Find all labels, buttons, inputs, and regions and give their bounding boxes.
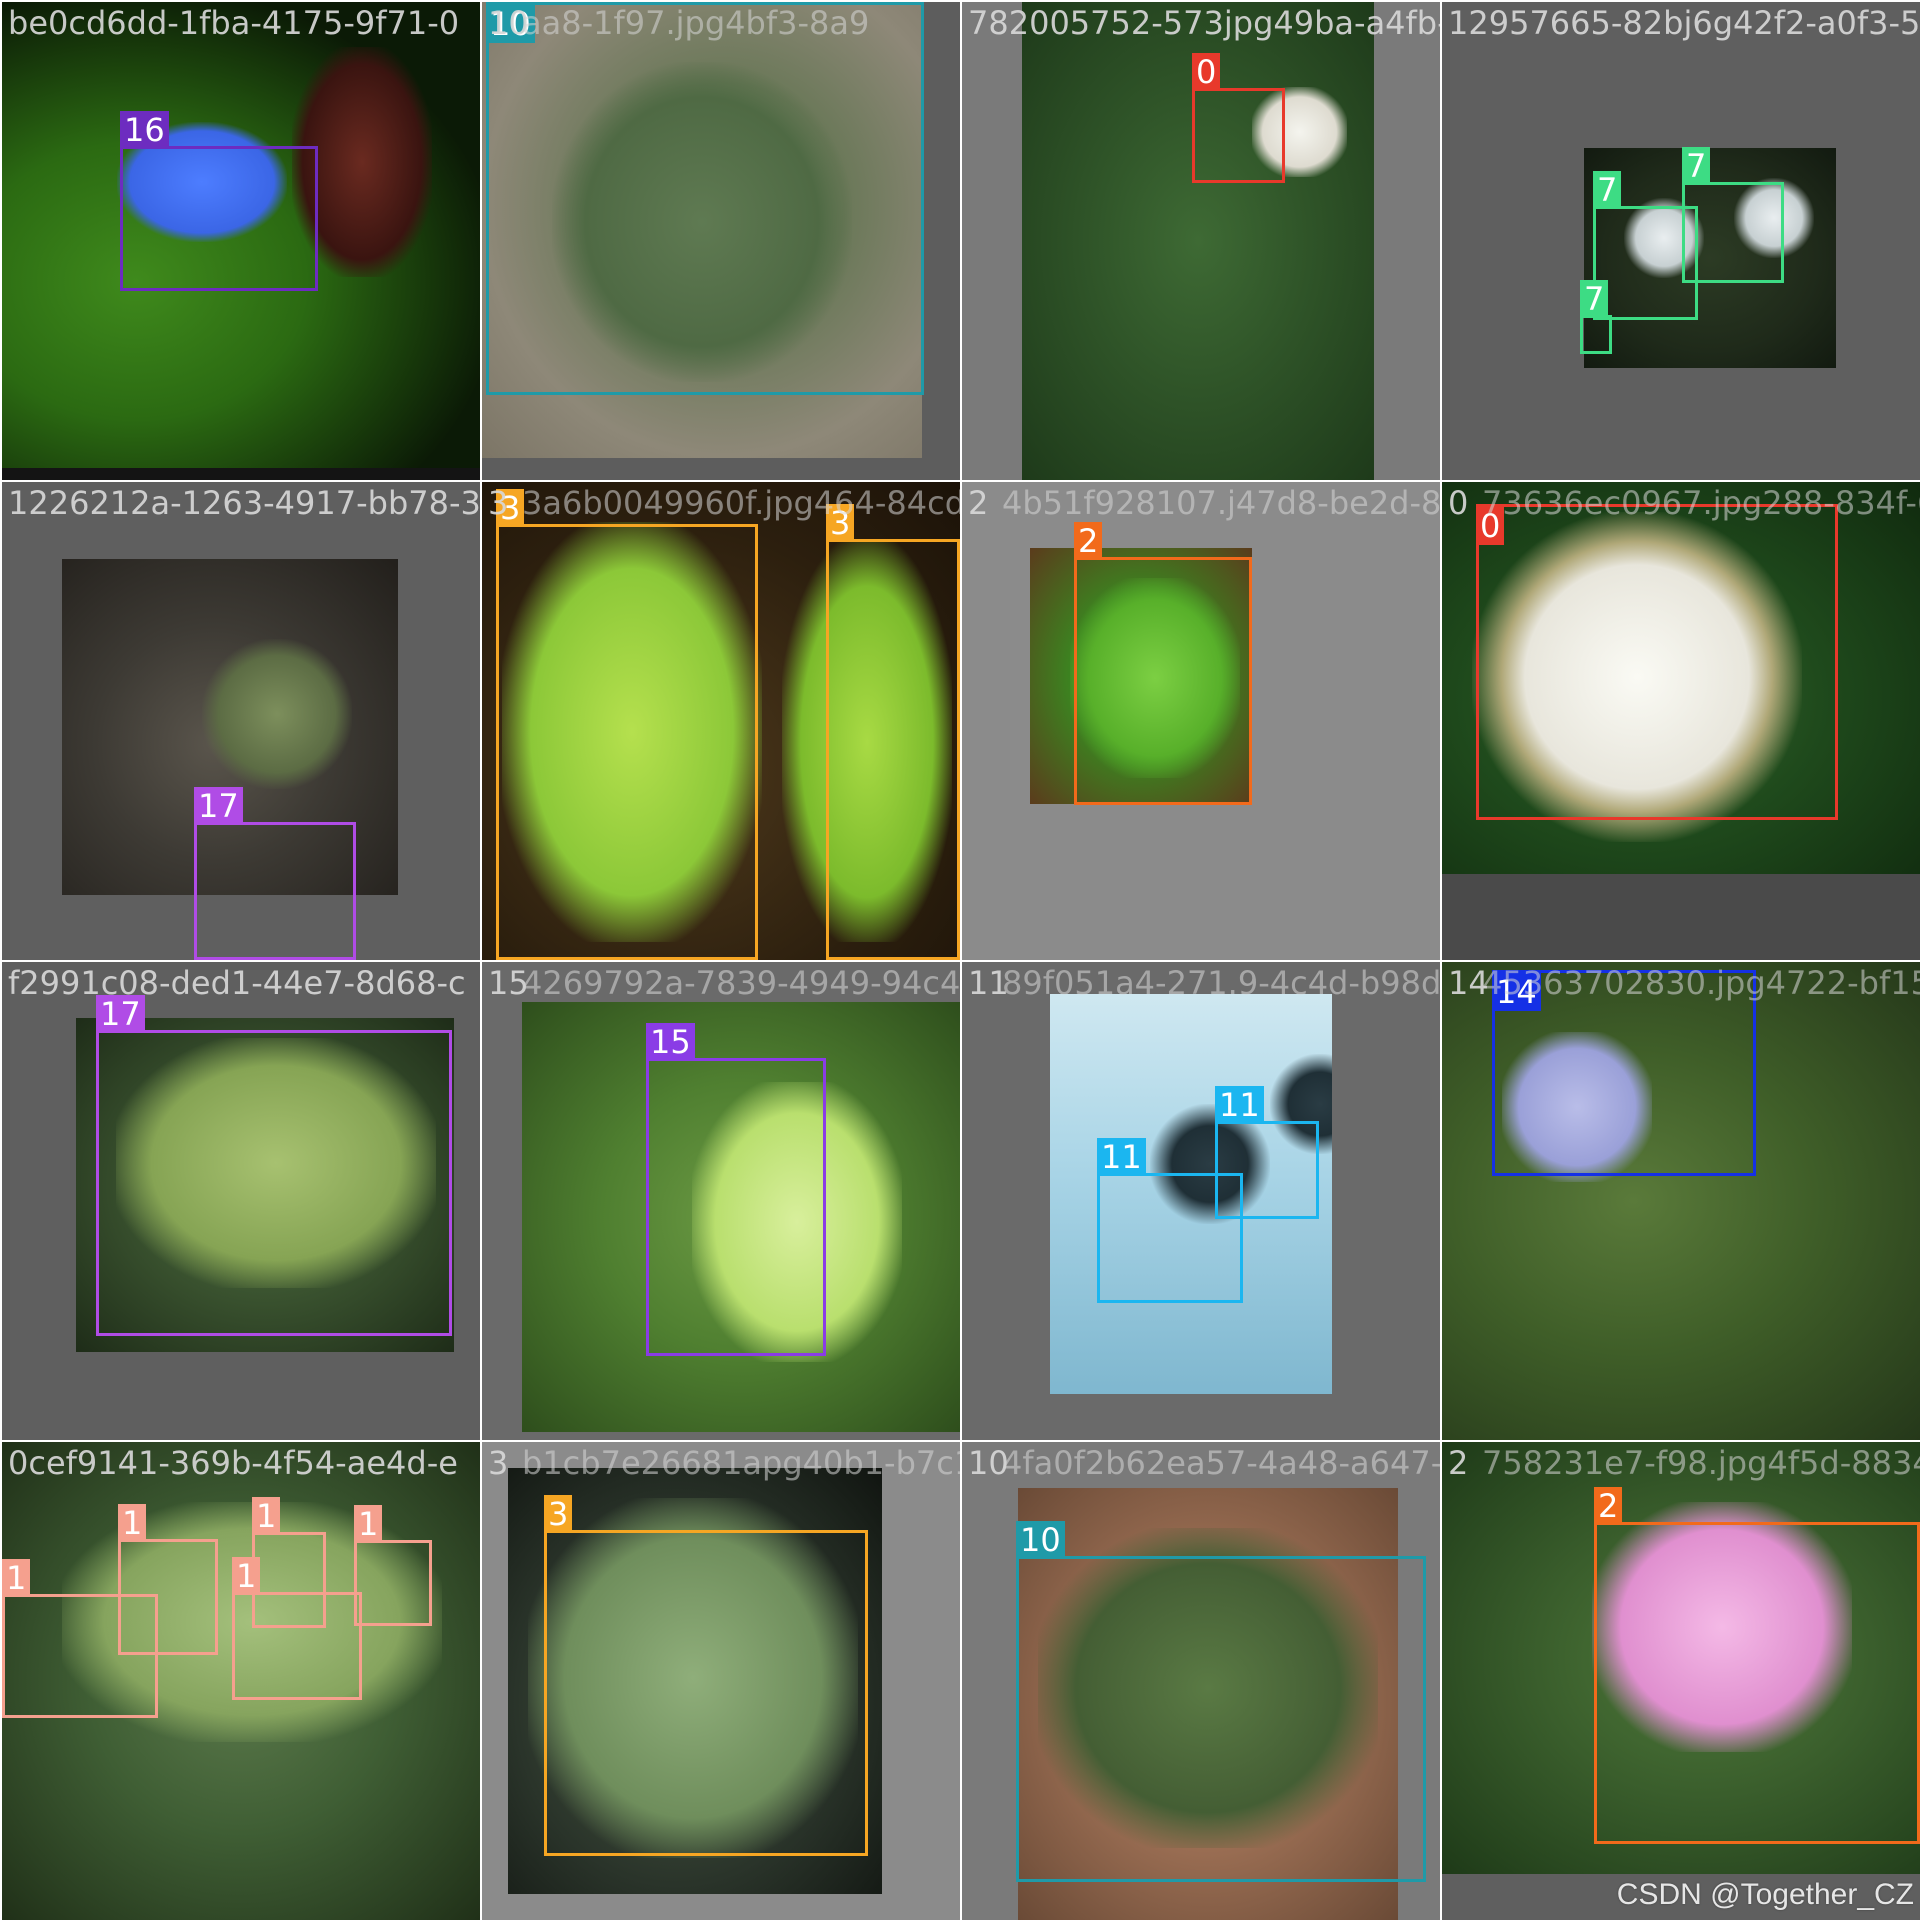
tile-11: 14 14 45363702830.jpg4722-bf15-c xyxy=(1442,962,1920,1440)
tile-filename: 4269792a-7839-4949-94c4-b6 xyxy=(522,964,960,1002)
class-label: 7 xyxy=(1682,147,1711,185)
detection-box: 3 xyxy=(496,489,758,960)
detection-box: 17 xyxy=(194,787,356,960)
class-label: 16 xyxy=(120,111,169,149)
class-label: 7 xyxy=(1593,171,1622,209)
class-label: 15 xyxy=(646,1023,695,1061)
tile-filename: 15 xyxy=(488,964,529,1002)
watermark: CSDN @Together_CZ xyxy=(1616,1878,1914,1911)
tile-filename: 4b51f928107.j47d8-be2d-87 xyxy=(1002,484,1440,522)
class-label: 3 xyxy=(496,489,525,527)
class-label: 3 xyxy=(544,1495,573,1533)
detection-box: 7 xyxy=(1682,147,1784,283)
detection-box: 17 xyxy=(96,995,452,1336)
class-label: 10 xyxy=(486,5,535,43)
class-label: 2 xyxy=(1594,1487,1623,1525)
tile-7: 0 0 73636ec0967.jpg288-834f-65 xyxy=(1442,482,1920,960)
tile-filename: f2991c08-ded1-44e7-8d68-c xyxy=(8,964,466,1002)
tile-14: 10 10 4fa0f2b62ea57-4a48-a647-23 xyxy=(962,1442,1440,1920)
class-label: 1 xyxy=(118,1504,147,1542)
tile-filename: 10 xyxy=(968,1444,1009,1482)
detection-box: 2 xyxy=(1594,1487,1920,1844)
tile-filename: 11 xyxy=(968,964,1009,1002)
detection-box: 3 xyxy=(544,1495,868,1856)
detection-box: 0 xyxy=(1476,504,1838,820)
class-label: 0 xyxy=(1476,507,1505,545)
class-label: 11 xyxy=(1097,1138,1146,1176)
detection-box: 0 xyxy=(1192,53,1285,183)
class-label: 11 xyxy=(1215,1086,1264,1124)
detection-box: 3 xyxy=(826,504,960,960)
detection-box: 1 xyxy=(354,1505,432,1626)
class-label: 17 xyxy=(96,995,145,1033)
detection-box: 7 xyxy=(1580,280,1612,354)
tile-13: 3 3 b1cb7e26681apg40b1-b7c1-0 xyxy=(482,1442,960,1920)
tile-6: 2 2 4b51f928107.j47d8-be2d-87 xyxy=(962,482,1440,960)
tile-5: 3 3 3 3a6b0049960f.jpg464-84cd-4 xyxy=(482,482,960,960)
class-label: 1 xyxy=(354,1505,383,1543)
detection-box: 1 xyxy=(232,1557,362,1700)
detection-box: 14 xyxy=(1492,970,1756,1176)
tile-10: 11 11 11 89f051a4-271.9-4c4d-b98d-a xyxy=(962,962,1440,1440)
class-label: 7 xyxy=(1580,280,1609,318)
tile-filename: 2 xyxy=(968,484,989,522)
detection-box: 2 xyxy=(1074,522,1252,805)
class-label: 2 xyxy=(1074,522,1103,560)
photo-subject xyxy=(202,639,352,789)
tile-filename: 3 xyxy=(488,1444,509,1482)
detection-box: 16 xyxy=(120,111,318,291)
class-label: 0 xyxy=(1192,53,1221,91)
tile-15: 22758231e7-f98.jpg4f5d-8834-e4 xyxy=(1442,1442,1920,1920)
tile-4: 17 1226212a-1263-4917-bb78-3 xyxy=(2,482,480,960)
class-label: 1 xyxy=(252,1497,281,1535)
tile-filename: 1226212a-1263-4917-bb78-3 xyxy=(8,484,480,522)
detection-box: 10 xyxy=(1016,1521,1426,1882)
tile-filename: 12957665-82bj6g42f2-a0f3-5 xyxy=(1448,4,1920,42)
class-label: 14 xyxy=(1492,973,1541,1011)
tile-1: 10 10 aa8-1f97.jpg4bf3-8a9 xyxy=(482,2,960,480)
class-label: 10 xyxy=(1016,1521,1065,1559)
mosaic-grid: 16 be0cd6dd-1fba-4175-9f71-0 10 10 aa8-1f97.… xyxy=(0,0,1920,1920)
tile-9: 15154269792a-7839-4949-94c4-b6 xyxy=(482,962,960,1440)
tile-2: 0 782005752-573jpg49ba-a4fb-f1 xyxy=(962,2,1440,480)
detection-box: 1 xyxy=(2,1559,158,1718)
tile-12: 1 1 1 1 1 0cef9141-369b-4f54-ae4d-e xyxy=(2,1442,480,1920)
tile-8: 17 f2991c08-ded1-44e7-8d68-c xyxy=(2,962,480,1440)
detection-box: 10 xyxy=(486,2,924,395)
tile-3: 7 7 7 12957665-82bj6g42f2-a0f3-5 xyxy=(1442,2,1920,480)
tile-filename: 4fa0f2b62ea57-4a48-a647-23 xyxy=(1002,1444,1440,1482)
tile-0: 16 be0cd6dd-1fba-4175-9f71-0 xyxy=(2,2,480,480)
class-label: 17 xyxy=(194,787,243,825)
class-label: 1 xyxy=(2,1559,31,1597)
detection-box: 15 xyxy=(646,1023,826,1356)
class-label: 3 xyxy=(826,504,855,542)
detection-box: 11 xyxy=(1215,1086,1319,1219)
class-label: 1 xyxy=(232,1557,261,1595)
